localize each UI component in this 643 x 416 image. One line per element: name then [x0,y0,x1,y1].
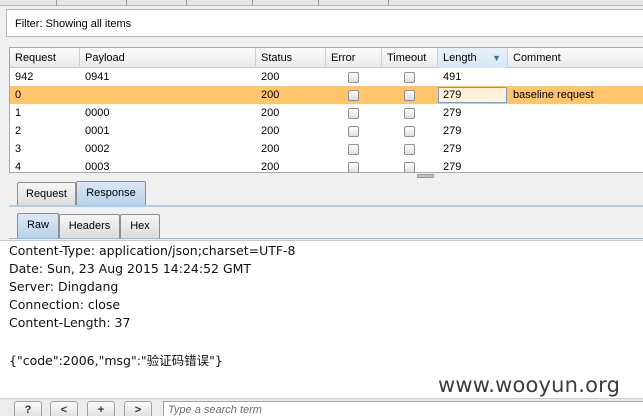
cell-comment [508,68,513,86]
cell-payload: 0002 [85,143,110,155]
cell-status: 200 [261,89,280,101]
search-bar: ? < + > [0,398,643,416]
column-header-comment[interactable]: Comment [508,48,643,68]
response-line: Date: Sun, 23 Aug 2015 14:24:52 GMT [9,261,252,276]
cell-length: 491 [443,71,462,83]
cell-payload [80,86,85,104]
cell-comment [508,158,513,172]
results-table: Request Payload Status Error Timeout Len… [9,47,643,173]
tab-request[interactable]: Request [17,182,76,206]
cell-length: 279 [443,143,462,155]
checkbox-timeout[interactable] [404,162,415,172]
search-input[interactable] [163,401,643,416]
table-row[interactable]: 0 200 279 baseline request [10,86,643,104]
tab-headers[interactable]: Headers [59,214,120,238]
checkbox-error[interactable] [348,108,359,119]
view-tab-strip: Raw Headers Hex [9,210,643,240]
cell-status: 200 [261,71,280,83]
column-header-length[interactable]: Length ▼ [438,48,508,68]
help-button[interactable]: ? [14,401,42,416]
next-match-button[interactable]: > [124,401,152,416]
response-line: Content-Length: 37 [9,315,131,330]
checkbox-error[interactable] [348,72,359,83]
tab-response[interactable]: Response [76,181,146,206]
checkbox-error[interactable] [348,126,359,137]
previous-match-button[interactable]: < [50,401,78,416]
checkbox-error[interactable] [348,162,359,172]
cell-status: 200 [261,143,280,155]
tab-raw[interactable]: Raw [17,213,59,239]
checkbox-timeout[interactable] [404,144,415,155]
cell-request: 3 [15,143,22,155]
table-row[interactable]: 1 0000 200 279 [10,104,643,122]
cell-request: 1 [15,107,22,119]
cell-comment [508,122,513,140]
response-body-line: {"code":2006,"msg":"验证码错误"} [9,353,223,368]
cell-length: 279 [443,161,462,173]
watermark: www.wooyun.org [438,373,621,397]
checkbox-error[interactable] [348,90,359,101]
cell-request: 2 [15,125,22,137]
filter-bar[interactable]: Filter: Showing all items [6,9,643,37]
checkbox-error[interactable] [348,144,359,155]
table-row[interactable]: 2 0001 200 279 [10,122,643,140]
cell-length: 279 [443,107,462,119]
response-line: Content-Type: application/json;charset=U… [9,243,296,258]
cell-request: 0 [15,89,22,101]
table-resize-handle[interactable] [417,174,434,178]
sort-descending-icon: ▼ [492,53,501,63]
column-header-payload[interactable]: Payload [80,48,256,68]
cell-comment [508,140,513,158]
response-line: Connection: close [9,297,121,312]
table-row[interactable]: 3 0002 200 279 [10,140,643,158]
cell-status: 200 [261,107,280,119]
response-line: Server: Dingdang [9,279,119,294]
table-row[interactable]: 4 0003 200 279 [10,158,643,173]
cell-payload: 0001 [85,125,110,137]
cell-request: 4 [15,161,22,173]
filter-label: Filter: Showing all items [15,18,132,30]
checkbox-timeout[interactable] [404,72,415,83]
cell-payload: 0003 [85,161,110,173]
checkbox-timeout[interactable] [404,126,415,137]
column-header-status[interactable]: Status [256,48,326,68]
message-tab-strip: Request Response [9,179,643,207]
cell-request: 942 [15,71,34,83]
cell-payload: 0941 [85,71,110,83]
checkbox-timeout[interactable] [404,90,415,101]
cell-status: 200 [261,161,280,173]
column-header-error[interactable]: Error [326,48,382,68]
cell-length: 279 [443,125,462,137]
add-search-button[interactable]: + [87,401,115,416]
column-header-length-label: Length [443,52,477,64]
top-tab-strip [0,0,643,6]
cell-comment: baseline request [513,89,594,101]
table-row[interactable]: 942 0941 200 491 [10,68,643,86]
cell-length: 279 [443,89,462,101]
column-header-timeout[interactable]: Timeout [382,48,438,68]
column-header-request[interactable]: Request [10,48,80,68]
tab-hex[interactable]: Hex [120,214,160,238]
cell-payload: 0000 [85,107,110,119]
table-header: Request Payload Status Error Timeout Len… [10,48,643,68]
cell-comment [508,104,513,122]
cell-status: 200 [261,125,280,137]
checkbox-timeout[interactable] [404,108,415,119]
